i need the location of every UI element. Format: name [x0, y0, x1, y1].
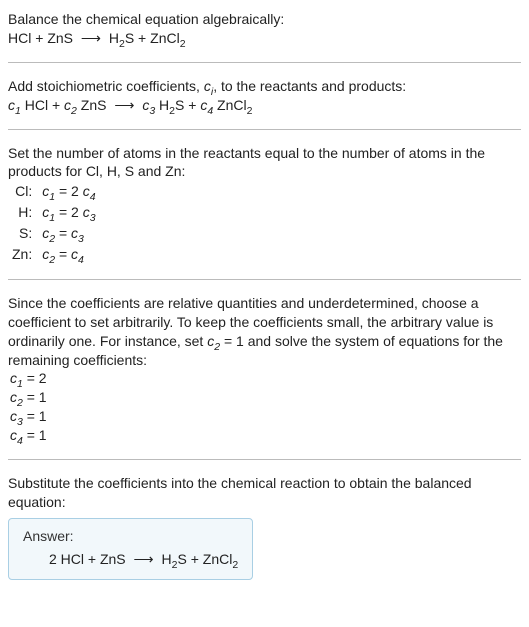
ci-symbol: ci — [204, 78, 213, 94]
c4-term: ZnCl2 — [213, 97, 252, 113]
plus: + — [134, 30, 150, 46]
step-2-text: Set the number of atoms in the reactants… — [8, 144, 521, 182]
rhs-c: c — [71, 225, 78, 241]
step-1-text-a: Add stoichiometric coefficients, — [8, 78, 204, 94]
ci-c: c — [204, 78, 211, 94]
eq-sign: = 2 — [55, 204, 83, 220]
rhs-c: c — [83, 183, 90, 199]
rhs-s: 4 — [90, 191, 96, 203]
eq-sign: = — [55, 225, 71, 241]
step-2-section: Set the number of atoms in the reactants… — [8, 144, 521, 265]
plus: + — [31, 30, 47, 46]
eq-sign: = 2 — [55, 183, 83, 199]
step-3-text: Since the coefficients are relative quan… — [8, 294, 521, 370]
element-label: H: — [12, 202, 42, 223]
c3: c3 — [142, 97, 155, 113]
product-2-sub: 2 — [180, 38, 186, 50]
intro-prompt: Balance the chemical equation algebraica… — [8, 10, 521, 29]
element-eq: c2 = c3 — [42, 223, 101, 244]
eq-sign: = — [55, 246, 71, 262]
p1a: H — [162, 551, 172, 567]
divider — [8, 459, 521, 460]
table-row: Zn:c2 = c4 — [12, 244, 102, 265]
rhs-c: c — [71, 246, 78, 262]
cv: c — [10, 389, 17, 405]
answer-rhs: H2S + ZnCl2 — [162, 551, 239, 567]
arrow-icon: ⟶ — [110, 97, 138, 113]
c1-v: c — [8, 97, 15, 113]
coeff-line: c3 = 1 — [10, 407, 521, 426]
reactant-1: HCl — [8, 30, 31, 46]
p1b: S — [177, 551, 186, 567]
product-1a: H — [109, 30, 119, 46]
atom-balance-table: Cl:c1 = 2 c4 H:c1 = 2 c3 S:c2 = c3 Zn:c2… — [12, 181, 102, 265]
element-label: Zn: — [12, 244, 42, 265]
arrow-icon: ⟶ — [130, 551, 158, 567]
coeff-line: c2 = 1 — [10, 388, 521, 407]
coeff-line: c1 = 2 — [10, 369, 521, 388]
intro-section: Balance the chemical equation algebraica… — [8, 10, 521, 48]
arrow-icon: ⟶ — [77, 30, 105, 46]
cval: = 1 — [23, 427, 47, 443]
cv: c — [10, 370, 17, 386]
table-row: H:c1 = 2 c3 — [12, 202, 102, 223]
divider — [8, 62, 521, 63]
plus: + — [48, 97, 64, 113]
c2-v: c — [64, 97, 71, 113]
cv: c — [10, 408, 17, 424]
step-1-section: Add stoichiometric coefficients, ci, to … — [8, 77, 521, 115]
cval: = 2 — [23, 370, 47, 386]
c4: c4 — [200, 97, 213, 113]
product-2a: ZnCl — [150, 30, 180, 46]
set-coeff-val: = 1 — [220, 333, 244, 349]
divider — [8, 279, 521, 280]
set-coeff: c2 — [207, 333, 220, 349]
reactant-2: ZnS — [47, 30, 73, 46]
product-2: ZnCl2 — [150, 30, 185, 46]
unbalanced-equation: HCl + ZnS ⟶ H2S + ZnCl2 — [8, 29, 521, 48]
step-4-text: Substitute the coefficients into the che… — [8, 474, 521, 512]
c1: c1 — [8, 97, 21, 113]
c3-b: S — [175, 97, 184, 113]
c3-a: H — [155, 97, 169, 113]
cval: = 1 — [23, 389, 47, 405]
table-row: S:c2 = c3 — [12, 223, 102, 244]
c4-sub: 2 — [247, 104, 253, 116]
plus: + — [187, 551, 203, 567]
divider — [8, 129, 521, 130]
c1-term: HCl — [21, 97, 48, 113]
cv: c — [10, 427, 17, 443]
balanced-equation: 2 HCl + ZnS ⟶ H2S + ZnCl2 — [23, 550, 238, 569]
element-label: Cl: — [12, 181, 42, 202]
step-4-section: Substitute the coefficients into the che… — [8, 474, 521, 580]
answer-label: Answer: — [23, 527, 238, 546]
step-1-text: Add stoichiometric coefficients, ci, to … — [8, 77, 521, 96]
c2-term: ZnS — [77, 97, 107, 113]
p2s: 2 — [232, 559, 238, 571]
cval: = 1 — [23, 408, 47, 424]
rhs-s: 3 — [90, 212, 96, 224]
solved-coefficients: c1 = 2 c2 = 1 c3 = 1 c4 = 1 — [10, 369, 521, 445]
rhs-s: 4 — [78, 254, 84, 266]
c4-a: ZnCl — [213, 97, 246, 113]
step-3-section: Since the coefficients are relative quan… — [8, 294, 521, 445]
product-1: H2S — [109, 30, 134, 46]
answer-lhs: 2 HCl + ZnS — [49, 551, 126, 567]
answer-box: Answer: 2 HCl + ZnS ⟶ H2S + ZnCl2 — [8, 518, 253, 580]
element-eq: c2 = c4 — [42, 244, 101, 265]
step-1-text-b: , to the reactants and products: — [213, 78, 406, 94]
element-eq: c1 = 2 c4 — [42, 181, 101, 202]
p2a: ZnCl — [203, 551, 233, 567]
element-eq: c1 = 2 c3 — [42, 202, 101, 223]
coeff-line: c4 = 1 — [10, 426, 521, 445]
table-row: Cl:c1 = 2 c4 — [12, 181, 102, 202]
c3-term: H2S — [155, 97, 184, 113]
c2: c2 — [64, 97, 77, 113]
rhs-c: c — [83, 204, 90, 220]
product-1b: S — [125, 30, 134, 46]
coeff-equation: c1 HCl + c2 ZnS ⟶ c3 H2S + c4 ZnCl2 — [8, 96, 521, 115]
rhs-s: 3 — [78, 233, 84, 245]
element-label: S: — [12, 223, 42, 244]
plus: + — [184, 97, 200, 113]
